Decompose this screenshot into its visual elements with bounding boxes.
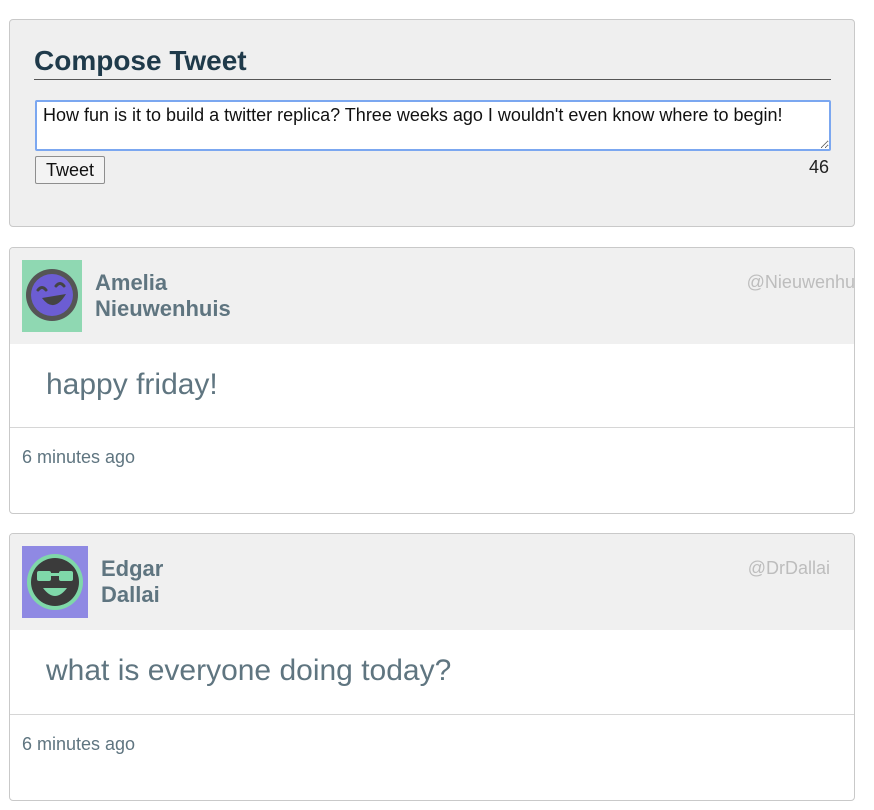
author-name: Amelia Nieuwenhuis — [95, 270, 231, 322]
tweet-card: Edgar Dallai @DrDallai what is everyone … — [9, 533, 855, 801]
tweet-timestamp: 6 minutes ago — [22, 447, 136, 467]
tweet-card: Amelia Nieuwenhuis @Nieuwenhuis happy fr… — [9, 247, 855, 514]
avatar-image — [22, 546, 88, 618]
sunglasses-face-icon — [22, 546, 88, 618]
compose-panel: Compose Tweet Tweet 46 — [9, 19, 855, 227]
tweet-button[interactable]: Tweet — [35, 156, 105, 184]
laughing-face-icon — [22, 260, 82, 332]
tweet-text: what is everyone doing today? — [46, 654, 452, 687]
tweet-timestamp: 6 minutes ago — [22, 734, 136, 754]
tweet-header: Edgar Dallai @DrDallai — [10, 534, 854, 630]
tweet-body: happy friday! — [10, 344, 854, 428]
character-counter: 46 — [808, 157, 829, 177]
author-handle: @Nieuwenhuis — [746, 272, 855, 292]
tweet-body: what is everyone doing today? — [10, 630, 854, 715]
tweet-textarea[interactable] — [35, 100, 831, 151]
tweet-header: Amelia Nieuwenhuis @Nieuwenhuis — [10, 248, 854, 344]
author-last-name: Nieuwenhuis — [95, 296, 231, 321]
compose-title: Compose Tweet — [34, 45, 247, 76]
author-first-name: Edgar — [101, 556, 164, 581]
tweet-text: happy friday! — [46, 368, 218, 401]
compose-divider — [34, 79, 831, 80]
author-first-name: Amelia — [95, 270, 168, 295]
author-last-name: Dallai — [101, 582, 160, 607]
author-name: Edgar Dallai — [101, 556, 163, 608]
author-handle: @DrDallai — [747, 558, 830, 578]
avatar-image — [22, 260, 82, 332]
